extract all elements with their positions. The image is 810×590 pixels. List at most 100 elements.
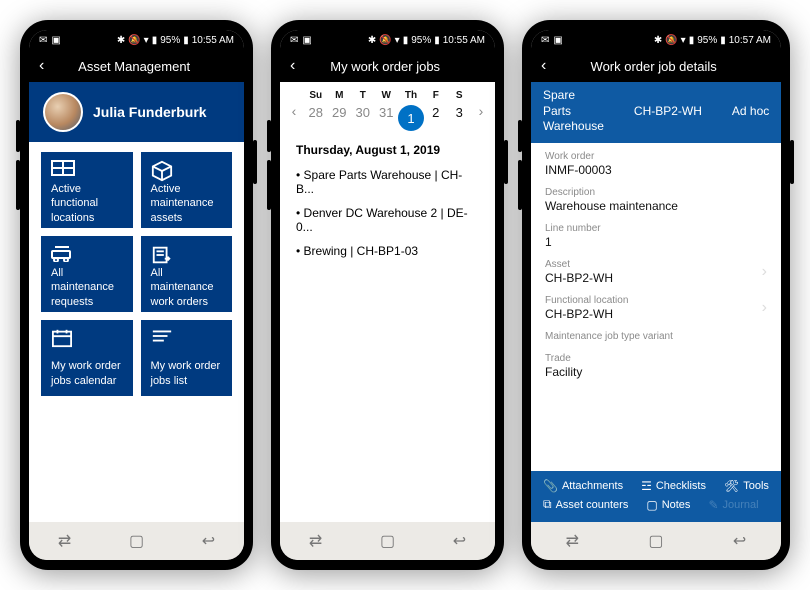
recents-button[interactable]: ⇄	[309, 531, 322, 551]
pen-icon: ✎	[708, 498, 718, 512]
tile-jobs-list[interactable]: My work order jobs list	[141, 320, 233, 396]
home-button[interactable]: ▢	[648, 531, 663, 551]
notes-button[interactable]: ▢Notes	[646, 497, 690, 512]
battery-icon: ▮	[183, 35, 189, 46]
back-button[interactable]: ↩	[733, 531, 746, 551]
calendar-day[interactable]: 31	[375, 101, 399, 131]
wifi-icon: ▾	[144, 35, 149, 46]
tile-label: Active functional locations	[51, 182, 123, 225]
field-row[interactable]: Functional locationCH-BP2-WH	[545, 295, 767, 321]
field-value: CH-BP2-WH	[545, 306, 767, 321]
home-button[interactable]: ▢	[380, 531, 395, 551]
field-value: Warehouse maintenance	[545, 198, 767, 213]
field-label: Description	[545, 187, 767, 198]
calendar-day[interactable]: 28	[304, 101, 328, 131]
field-label: Functional location	[545, 295, 767, 306]
clock: 10:55 AM	[443, 35, 485, 46]
page-title: My work order jobs	[285, 59, 485, 74]
tile-work-orders[interactable]: All maintenance work orders	[141, 236, 233, 312]
journal-button[interactable]: ✎Journal	[708, 497, 758, 512]
tile-label: Active maintenance assets	[151, 182, 223, 225]
list-item[interactable]: • Spare Parts Warehouse | CH-B...	[296, 163, 479, 201]
calendar-day[interactable]: 29	[328, 101, 352, 131]
status-bar: ✉▣ ✱🔕▾▮ 95%▮ 10:55 AM	[280, 30, 495, 50]
android-nav: ⇄ ▢ ↩	[280, 522, 495, 560]
recents-button[interactable]: ⇄	[566, 531, 579, 551]
battery-text: 95%	[160, 35, 180, 46]
tile-maintenance-requests[interactable]: All maintenance requests	[41, 236, 133, 312]
back-button[interactable]: ↩	[202, 531, 215, 551]
dow-label: Su	[304, 90, 328, 101]
locations-icon	[51, 160, 123, 182]
tile-maintenance-assets[interactable]: Active maintenance assets	[141, 152, 233, 228]
calendar-day[interactable]: 1	[398, 101, 424, 131]
tile-jobs-calendar[interactable]: My work order jobs calendar	[41, 320, 133, 396]
bluetooth-icon: ✱	[117, 35, 125, 46]
home-button[interactable]: ▢	[129, 531, 144, 551]
calendar-strip: ‹ SuMTWThFS28293031123 ›	[280, 82, 495, 131]
signal-icon: ▮	[152, 35, 158, 46]
prev-week-button[interactable]: ‹	[284, 103, 304, 119]
next-week-button[interactable]: ›	[471, 103, 491, 119]
clock: 10:57 AM	[729, 35, 771, 46]
mute-icon: 🔕	[128, 35, 140, 46]
avatar	[43, 92, 83, 132]
clock: 10:55 AM	[192, 35, 234, 46]
field-list: Work orderINMF-00003 DescriptionWarehouse…	[531, 143, 781, 397]
notes-icon: ▢	[646, 498, 657, 512]
lines-icon	[151, 328, 223, 350]
back-button[interactable]: ↩	[453, 531, 466, 551]
recents-button[interactable]: ⇄	[58, 531, 71, 551]
calendar-day[interactable]: 2	[424, 101, 448, 131]
field-value: CH-BP2-WH	[545, 270, 767, 285]
paperclip-icon: 📎	[543, 479, 558, 493]
tab-asset-id[interactable]: CH-BP2-WH	[634, 104, 702, 120]
status-bar: ✉ ▣ ✱ 🔕 ▾ ▮ 95% ▮ 10:55 AM	[29, 30, 244, 50]
android-nav: ⇄ ▢ ↩	[531, 522, 781, 560]
tools-button[interactable]: 🛠Tools	[724, 479, 769, 493]
dow-label: Th	[398, 90, 424, 101]
tab-adhoc[interactable]: Ad hoc	[732, 104, 769, 120]
asset-counters-button[interactable]: ⧉Asset counters	[543, 497, 628, 512]
counter-icon: ⧉	[543, 497, 552, 512]
calendar-day[interactable]: 3	[448, 101, 472, 131]
dow-label: W	[375, 90, 399, 101]
field-label: Maintenance job type variant	[545, 331, 767, 342]
dow-label: F	[424, 90, 448, 101]
user-name: Julia Funderburk	[93, 104, 207, 120]
selected-date-label: Thursday, August 1, 2019	[280, 131, 495, 163]
action-bar: 📎Attachments ☲Checklists 🛠Tools ⧉Asset c…	[531, 471, 781, 522]
android-nav: ⇄ ▢ ↩	[29, 522, 244, 560]
dow-label: M	[328, 90, 352, 101]
list-icon	[51, 244, 123, 266]
list-item[interactable]: • Denver DC Warehouse 2 | DE-0...	[296, 201, 479, 239]
attachments-button[interactable]: 📎Attachments	[543, 479, 623, 493]
calendar-day[interactable]: 30	[351, 101, 375, 131]
screenshot-icon: ▣	[51, 35, 60, 46]
job-list: • Spare Parts Warehouse | CH-B... • Denv…	[280, 163, 495, 263]
status-bar: ✉▣ ✱🔕▾▮ 95%▮ 10:57 AM	[531, 30, 781, 50]
tab-asset-name[interactable]: Spare Parts Warehouse	[543, 88, 604, 135]
detail-tabs: Spare Parts Warehouse CH-BP2-WH Ad hoc	[531, 82, 781, 143]
tile-label: All maintenance work orders	[151, 266, 223, 309]
tile-functional-locations[interactable]: Active functional locations	[41, 152, 133, 228]
dow-label: T	[351, 90, 375, 101]
field-label: Asset	[545, 259, 767, 270]
app-bar: ‹ Asset Management	[29, 50, 244, 82]
field-value: Facility	[545, 364, 767, 379]
checklists-button[interactable]: ☲Checklists	[641, 479, 706, 493]
field-label: Work order	[545, 151, 767, 162]
user-header[interactable]: Julia Funderburk	[29, 82, 244, 142]
tools-icon: 🛠	[724, 479, 739, 493]
tile-label: All maintenance requests	[51, 266, 123, 309]
box-icon	[151, 160, 223, 182]
field-row: Work orderINMF-00003	[545, 151, 767, 177]
tile-label: My work order jobs calendar	[51, 359, 123, 388]
field-row: Line number1	[545, 223, 767, 249]
field-row: DescriptionWarehouse maintenance	[545, 187, 767, 213]
list-item[interactable]: • Brewing | CH-BP1-03	[296, 239, 479, 263]
field-value: INMF-00003	[545, 162, 767, 177]
app-bar: ‹ Work order job details	[531, 50, 781, 82]
field-row[interactable]: AssetCH-BP2-WH	[545, 259, 767, 285]
field-label: Trade	[545, 353, 767, 364]
